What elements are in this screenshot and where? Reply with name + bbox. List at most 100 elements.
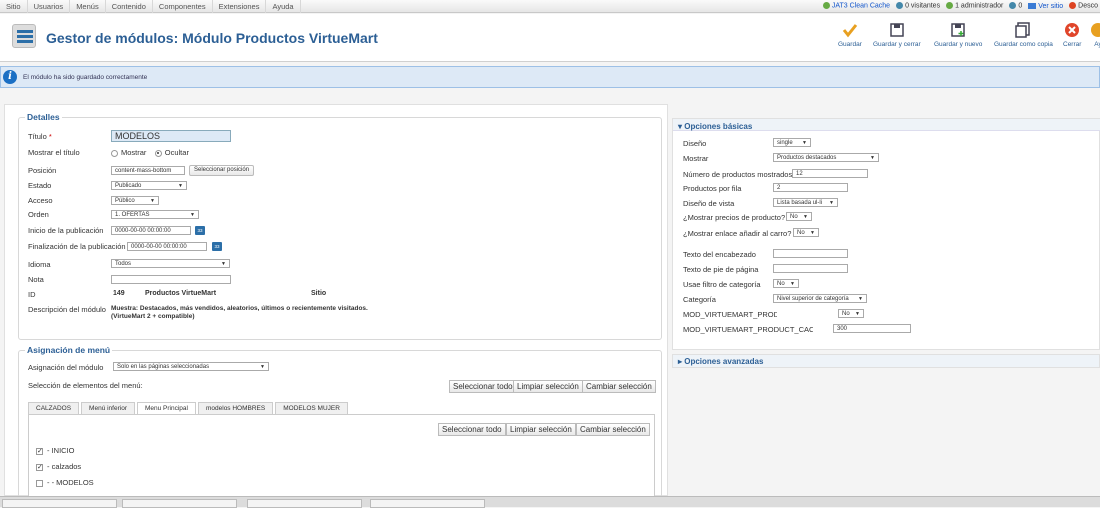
save-button[interactable]: Guardar <box>838 22 862 48</box>
chevron-down-icon: ▼ <box>870 155 875 161</box>
order-select[interactable]: 1. OFERTAS ▼ <box>111 210 199 219</box>
category-filter-select[interactable]: No ▼ <box>773 279 799 288</box>
show-prices-label: ¿Mostrar precios de producto? <box>683 213 786 222</box>
chevron-down-icon: ▼ <box>190 212 195 218</box>
menu-item-modelos[interactable]: - - MODELOS <box>36 478 94 487</box>
title-input[interactable]: MODELOS <box>111 130 231 142</box>
menu-componentes[interactable]: Componentes <box>153 0 213 13</box>
tab-select-all-button[interactable]: Seleccionar todo <box>438 423 506 436</box>
checkbox-unchecked <box>36 479 43 487</box>
info-icon: i <box>3 70 17 84</box>
page-header: Gestor de módulos: Módulo Productos Virt… <box>0 14 1100 62</box>
num-products-input[interactable]: 12 <box>792 169 868 178</box>
show-radio[interactable]: Mostrar <box>111 148 146 157</box>
copy-icon <box>1015 22 1031 38</box>
module-assign-select[interactable]: Solo en las páginas seleccionadas ▼ <box>113 362 269 371</box>
order-label: Orden <box>28 210 49 219</box>
note-input[interactable] <box>111 275 231 284</box>
tab-toggle-selection-button[interactable]: Cambiar selección <box>576 423 650 436</box>
menu-usuarios[interactable]: Usuarios <box>28 0 71 13</box>
per-row-input[interactable]: 2 <box>773 183 848 192</box>
floppy-icon <box>890 23 904 37</box>
select-position-button[interactable]: Seleccionar posición <box>189 165 255 176</box>
chevron-down-icon: ▼ <box>178 183 183 189</box>
module-desc-label: Descripción del módulo <box>28 305 106 314</box>
help-icon <box>1091 23 1100 37</box>
logout-link[interactable]: Desco <box>1069 2 1098 10</box>
start-publish-label: Inicio de la publicación <box>28 226 104 235</box>
help-button[interactable]: Ay <box>1090 22 1100 48</box>
show-label: Mostrar <box>683 154 709 163</box>
menu-item-inicio[interactable]: ✓ - INICIO <box>36 446 75 455</box>
caching-l-select[interactable]: No ▼ <box>838 309 864 318</box>
show-cart-label: ¿Mostrar enlace añadir al carro? <box>683 229 792 238</box>
calendar-icon[interactable]: 33 <box>212 242 222 251</box>
chevron-down-icon: ▼ <box>829 200 834 206</box>
menu-menus[interactable]: Menús <box>70 0 106 13</box>
save-close-button[interactable]: Guardar y cerrar <box>873 22 921 48</box>
category-label: Categoría <box>683 295 716 304</box>
calendar-icon[interactable]: 33 <box>195 226 205 235</box>
language-select[interactable]: Todos ▼ <box>111 259 230 268</box>
view-site-link[interactable]: Ver sitio <box>1028 3 1063 10</box>
save-new-button[interactable]: Guardar y nuevo <box>934 22 982 48</box>
menu-contenido[interactable]: Contenido <box>106 0 153 13</box>
advanced-options-heading[interactable]: ▸ Opciones avanzadas <box>678 357 763 366</box>
chevron-down-icon: ▼ <box>802 140 807 146</box>
cache-icon <box>822 2 830 10</box>
state-label: Estado <box>28 181 52 190</box>
menu-sitio[interactable]: Sitio <box>0 0 28 13</box>
header-text-input[interactable] <box>773 249 848 258</box>
design-select[interactable]: single ▼ <box>773 138 811 147</box>
tab-menu-inferior[interactable]: Menú inferior <box>81 402 135 414</box>
checkbox-checked: ✓ <box>36 463 43 471</box>
tab-modelos-mujer[interactable]: MODELOS MUJER <box>275 402 348 414</box>
clear-selection-button[interactable]: Limpiar selección <box>513 380 583 393</box>
show-prices-select[interactable]: No ▼ <box>786 212 812 221</box>
chevron-down-icon: ▼ <box>855 311 860 317</box>
state-select[interactable]: Publicado ▼ <box>111 181 187 190</box>
show-select[interactable]: Productos destacados ▼ <box>773 153 879 162</box>
end-publish-input[interactable]: 0000-00-00 00:00:00 <box>127 242 207 251</box>
header-text-label: Texto del encabezado <box>683 250 756 259</box>
clean-cache-link[interactable]: JAT3 Clean Cache <box>822 2 890 10</box>
message-text: El módulo ha sido guardado correctamente <box>23 73 148 81</box>
show-title-label: Mostrar el título <box>28 148 80 157</box>
show-title-radios: Mostrar Ocultar <box>111 148 189 157</box>
show-cart-select[interactable]: No ▼ <box>793 228 819 237</box>
page-title: Gestor de módulos: Módulo Productos Virt… <box>46 30 378 46</box>
save-copy-button[interactable]: Guardar como copia <box>994 22 1053 48</box>
tab-calzados[interactable]: CALZADOS <box>28 402 80 414</box>
chevron-down-icon: ▼ <box>810 230 815 236</box>
tab-clear-selection-button[interactable]: Limpiar selección <box>506 423 576 436</box>
select-all-button[interactable]: Seleccionar todo <box>449 380 517 393</box>
tab-menu-principal[interactable]: Menu Principal <box>136 402 196 414</box>
view-design-select[interactable]: Lista basada ul-li ▼ <box>773 198 838 207</box>
basic-options-heading[interactable]: ▾ Opciones básicas <box>678 122 752 131</box>
menu-item-calzados[interactable]: ✓ - calzados <box>36 462 81 471</box>
checkbox-checked: ✓ <box>36 447 43 455</box>
caching-t-input[interactable]: 300 <box>833 324 911 333</box>
chevron-down-icon: ▼ <box>150 198 155 204</box>
menu-ayuda[interactable]: Ayuda <box>266 0 301 13</box>
chevron-down-icon: ▼ <box>803 214 808 220</box>
messages-status[interactable]: 0 <box>1009 2 1022 10</box>
tab-modelos-hombres[interactable]: modelos HOMBRES <box>197 402 274 414</box>
admins-icon <box>946 2 954 10</box>
footer-text-input[interactable] <box>773 264 848 273</box>
close-button[interactable]: Cerrar <box>1063 22 1081 48</box>
close-icon <box>1065 23 1080 37</box>
id-value: 149 <box>113 290 125 297</box>
language-label: Idioma <box>28 260 51 269</box>
access-select[interactable]: Público ▼ <box>111 196 159 205</box>
position-input[interactable]: content-mass-bottom <box>111 166 185 175</box>
toggle-selection-button[interactable]: Cambiar selección <box>582 380 656 393</box>
title-label: Título * <box>28 132 52 141</box>
menu-tabs: CALZADOS Menú inferior Menu Principal mo… <box>28 402 350 414</box>
start-publish-input[interactable]: 0000-00-00 00:00:00 <box>111 226 191 235</box>
category-select[interactable]: Nivel superior de categoría ▼ <box>773 294 867 303</box>
menu-extensiones[interactable]: Extensiones <box>213 0 267 13</box>
hide-radio[interactable]: Ocultar <box>154 148 189 157</box>
visitors-status: 0 visitantes <box>896 2 940 10</box>
status-area: JAT3 Clean Cache 0 visitantes 1 administ… <box>822 2 1100 10</box>
